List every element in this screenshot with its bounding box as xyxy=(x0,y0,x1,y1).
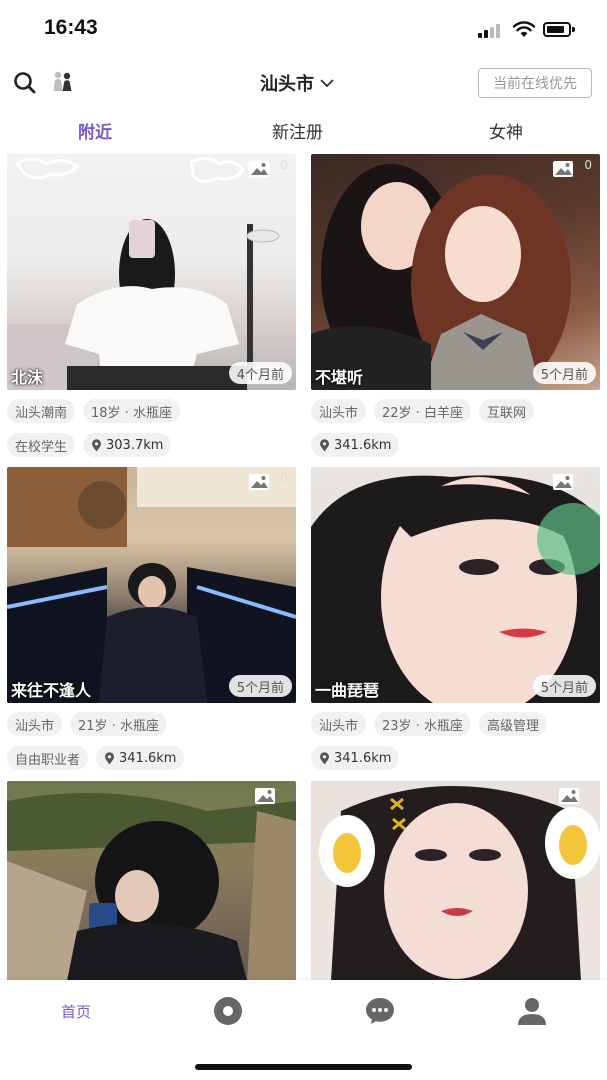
location-pin-icon xyxy=(320,751,329,764)
battery-icon xyxy=(543,22,575,37)
last-active-badge: 5个月前 xyxy=(532,362,596,384)
last-active-badge: 5个月前 xyxy=(228,675,292,697)
tab-new-registered[interactable]: 新注册 xyxy=(272,118,323,143)
location-tag: 汕头市 xyxy=(311,399,367,423)
profile-icon xyxy=(518,998,546,1025)
status-time: 16:43 xyxy=(44,16,98,39)
distance-value: 341.6km xyxy=(119,750,177,766)
image-icon xyxy=(553,474,573,490)
tag-row: 在校学生 303.7km xyxy=(7,433,172,457)
user-nickname: 来往不逢人 xyxy=(11,681,92,700)
image-icon xyxy=(553,161,573,177)
nav-home[interactable]: 首页 xyxy=(56,996,96,1026)
nav-messages[interactable] xyxy=(360,996,400,1026)
city-selector[interactable]: 汕头市 xyxy=(260,70,334,96)
tag-row: 汕头潮南 18岁 · 水瓶座 xyxy=(7,399,180,423)
image-icon xyxy=(248,160,270,178)
image-icon xyxy=(559,788,579,804)
tab-nearby[interactable]: 附近 xyxy=(78,118,112,143)
photo-illustration xyxy=(311,475,600,703)
user-photo[interactable]: 0 北沫 4个月前 xyxy=(7,154,296,390)
image-icon xyxy=(249,474,269,490)
photo-count: 0 xyxy=(280,158,288,172)
image-icon xyxy=(255,788,275,804)
tag-row: 341.6km xyxy=(311,433,400,457)
photo-illustration xyxy=(319,786,600,981)
photo-illustration xyxy=(7,467,296,703)
nav-profile[interactable] xyxy=(512,996,552,1026)
photo-count: 0 xyxy=(584,471,592,485)
tag-row: 341.6km xyxy=(311,746,400,770)
user-photo[interactable]: 0 不堪听 5个月前 xyxy=(311,154,600,390)
photo-illustration xyxy=(311,164,571,390)
user-card[interactable] xyxy=(7,781,296,981)
location-tag: 汕头市 xyxy=(7,712,63,736)
distance-tag: 341.6km xyxy=(311,746,400,770)
tag-row: 汕头市 21岁 · 水瓶座 xyxy=(7,712,167,736)
age-zodiac-tag: 18岁 · 水瓶座 xyxy=(83,399,180,423)
tab-goddess[interactable]: 女神 xyxy=(489,118,523,143)
occupation-tag: 高级管理 xyxy=(478,712,547,736)
occupation-tag: 互联网 xyxy=(478,399,534,423)
user-photo[interactable] xyxy=(7,781,296,981)
age-zodiac-tag: 23岁 · 水瓶座 xyxy=(374,712,471,736)
photo-count: 0 xyxy=(584,158,592,172)
location-tag: 汕头市 xyxy=(311,712,367,736)
occupation-tag: 自由职业者 xyxy=(7,746,89,770)
online-priority-button[interactable]: 当前在线优先 xyxy=(478,68,592,98)
photo-count: 0 xyxy=(280,471,288,485)
location-pin-icon xyxy=(320,438,329,451)
chat-icon xyxy=(366,998,394,1024)
location-pin-icon xyxy=(105,751,115,764)
age-zodiac-tag: 22岁 · 白羊座 xyxy=(374,399,471,423)
user-nickname: 北沫 xyxy=(11,368,44,387)
user-nickname: 不堪听 xyxy=(315,368,364,387)
user-card[interactable] xyxy=(311,781,600,981)
tag-row: 汕头市 22岁 · 白羊座 互联网 xyxy=(311,399,534,423)
distance-value: 341.6km xyxy=(334,750,392,766)
status-bar: 16:43 xyxy=(0,0,607,58)
distance-value: 341.6km xyxy=(334,437,392,453)
home-indicator xyxy=(195,1064,412,1070)
cellular-signal-icon xyxy=(478,24,504,38)
city-label: 汕头市 xyxy=(260,74,314,95)
chevron-down-icon xyxy=(320,79,334,88)
distance-tag: 341.6km xyxy=(96,746,185,770)
last-active-badge: 4个月前 xyxy=(228,362,292,384)
photo-illustration xyxy=(7,793,296,981)
location-tag: 汕头潮南 xyxy=(7,399,76,423)
people-filter-icon[interactable] xyxy=(50,69,76,95)
tag-row: 自由职业者 341.6km xyxy=(7,746,185,770)
top-nav: 汕头市 当前在线优先 xyxy=(0,60,607,106)
user-nickname: 一曲琵琶 xyxy=(315,681,380,700)
search-icon[interactable] xyxy=(12,70,38,96)
age-zodiac-tag: 21岁 · 水瓶座 xyxy=(70,712,167,736)
category-tabs: 附近 新注册 女神 xyxy=(0,112,607,150)
distance-value: 303.7km xyxy=(106,437,164,453)
discover-icon xyxy=(214,997,242,1025)
nav-discover[interactable] xyxy=(208,996,248,1026)
user-photo[interactable] xyxy=(311,781,600,981)
distance-tag: 341.6km xyxy=(311,433,400,457)
distance-tag: 303.7km xyxy=(83,433,172,457)
photo-illustration xyxy=(7,157,280,390)
user-photo[interactable]: 0 一曲琵琶 5个月前 xyxy=(311,467,600,703)
user-photo[interactable]: 0 来往不逢人 5个月前 xyxy=(7,467,296,703)
wifi-icon xyxy=(512,21,536,37)
occupation-tag: 在校学生 xyxy=(7,433,76,457)
last-active-badge: 5个月前 xyxy=(532,675,596,697)
location-pin-icon xyxy=(92,438,102,451)
tag-row: 汕头市 23岁 · 水瓶座 高级管理 xyxy=(311,712,547,736)
